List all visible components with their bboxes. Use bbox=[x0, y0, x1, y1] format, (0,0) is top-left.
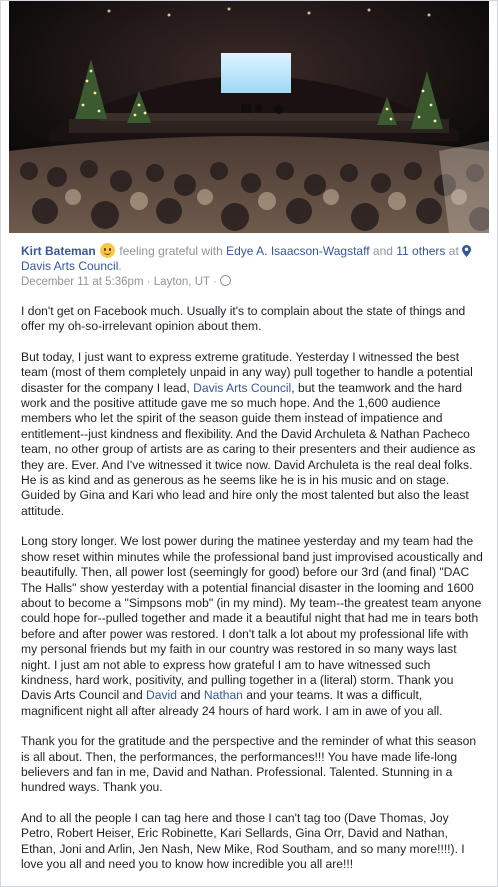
timestamp-link[interactable]: December 11 at 5:36pm bbox=[21, 276, 144, 288]
nathan-link[interactable]: Nathan bbox=[204, 688, 243, 702]
post-card: Kirt Bateman feeling grateful with Edye … bbox=[0, 0, 498, 887]
paragraph-1: I don't get on Facebook much. Usually it… bbox=[21, 304, 466, 334]
place-link[interactable]: Davis Arts Council bbox=[21, 259, 118, 273]
author-name[interactable]: Kirt Bateman bbox=[21, 244, 96, 258]
location-pin-icon bbox=[462, 245, 472, 257]
post-photo[interactable] bbox=[9, 1, 489, 233]
paragraph-5: And to all the people I can tag here and… bbox=[21, 810, 465, 871]
feeling-text: feeling grateful with bbox=[119, 244, 223, 258]
post-header: Kirt Bateman feeling grateful with Edye … bbox=[21, 243, 483, 290]
grateful-emoji-icon bbox=[100, 243, 116, 258]
p3-and: and bbox=[180, 688, 201, 703]
others-link[interactable]: 11 others bbox=[396, 244, 445, 258]
at-text: at bbox=[448, 244, 459, 258]
location-link[interactable]: Layton, UT bbox=[154, 276, 210, 288]
tagged-person-link[interactable]: Edye A. Isaacson-Wagstaff bbox=[226, 244, 369, 258]
meta-separator-2: · bbox=[213, 276, 217, 288]
post-meta: December 11 at 5:36pm · Layton, UT · bbox=[21, 275, 483, 290]
p2-text-b: , but the teamwork and the hard work and… bbox=[21, 380, 476, 518]
p3-text-a: Long story longer. We lost power during … bbox=[21, 534, 483, 703]
post-body: I don't get on Facebook much. Usually it… bbox=[21, 304, 483, 886]
paragraph-4: Thank you for the gratitude and the pers… bbox=[21, 734, 477, 795]
david-link[interactable]: David bbox=[146, 688, 177, 702]
globe-icon[interactable] bbox=[220, 275, 232, 286]
meta-separator: · bbox=[146, 276, 151, 288]
paragraph-3: Long story longer. We lost power during … bbox=[21, 534, 483, 719]
place-period: . bbox=[118, 259, 122, 273]
paragraph-2: But today, I just want to express extrem… bbox=[21, 350, 483, 519]
davis-arts-council-link[interactable]: Davis Arts Council bbox=[193, 381, 291, 395]
concert-hall-image bbox=[9, 1, 489, 233]
and-text: and bbox=[372, 244, 393, 258]
